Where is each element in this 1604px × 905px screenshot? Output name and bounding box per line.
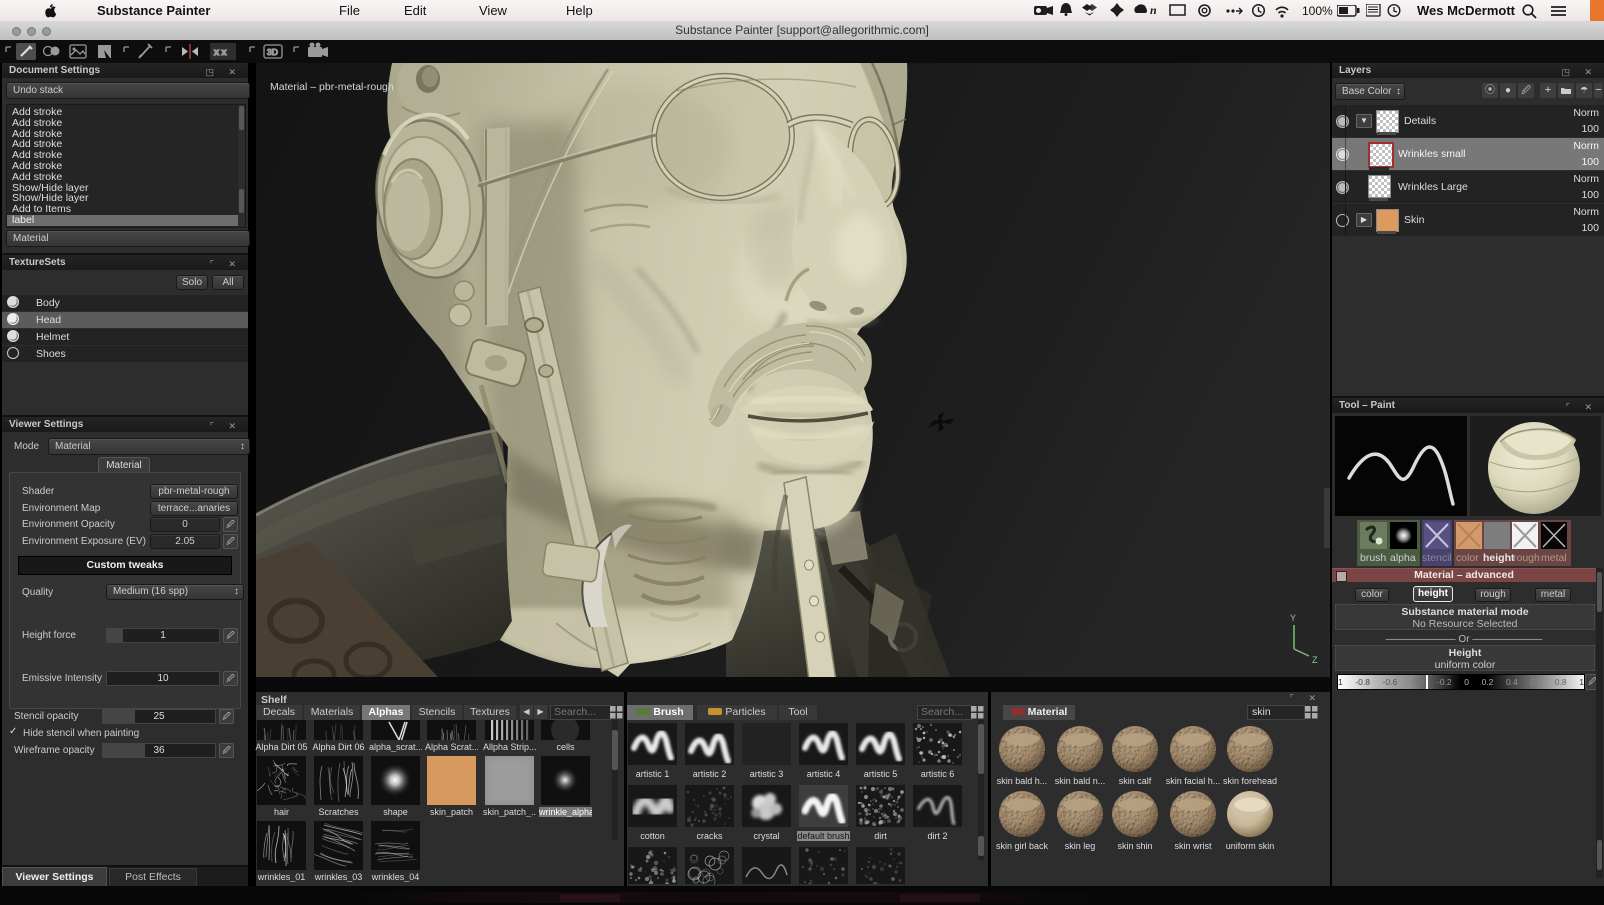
svg-text:Material – pbr-metal-rough: Material – pbr-metal-rough xyxy=(270,81,394,93)
svg-text:Z: Z xyxy=(1312,655,1318,665)
svg-text:x x: x x xyxy=(214,47,227,57)
svg-text:n: n xyxy=(1150,3,1157,17)
svg-text:Y: Y xyxy=(1290,613,1296,623)
svg-text:3D: 3D xyxy=(267,47,278,57)
